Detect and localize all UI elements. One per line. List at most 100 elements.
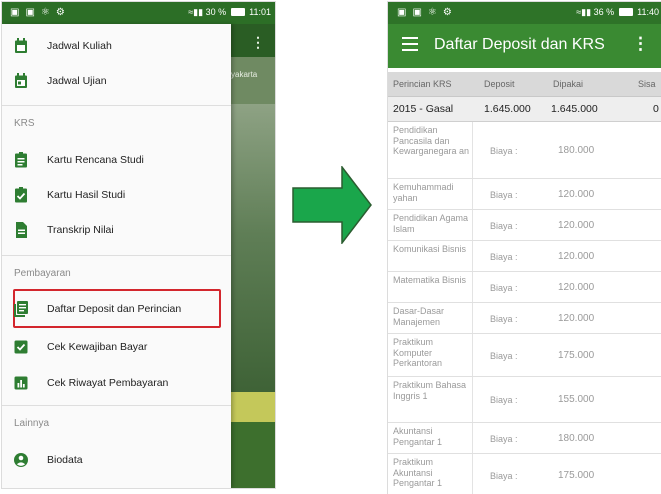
drawer-item-label: Jadwal Ujian bbox=[47, 75, 107, 87]
table-row[interactable]: Praktikum Bahasa Inggris 1 Biaya : 155.0… bbox=[388, 377, 661, 423]
drawer-item-label: Jadwal Kuliah bbox=[47, 40, 112, 52]
divider bbox=[2, 255, 231, 256]
drawer-item-label: Transkrip Nilai bbox=[47, 224, 114, 236]
calendar-event-icon bbox=[15, 73, 27, 88]
drawer-item-daftar-deposit[interactable]: Daftar Deposit dan Perincian bbox=[2, 294, 231, 324]
column-divider bbox=[472, 454, 473, 494]
calendar-icon bbox=[15, 38, 27, 53]
battery-percent: 36 % bbox=[593, 7, 615, 17]
header-dipakai: Dipakai bbox=[553, 79, 584, 89]
cost-amount: 180.000 bbox=[558, 433, 595, 444]
page-title: Daftar Deposit dan KRS bbox=[434, 36, 605, 53]
drawer-item-jadwal-kuliah[interactable]: Jadwal Kuliah bbox=[2, 31, 231, 61]
cost-amount: 175.000 bbox=[558, 470, 595, 481]
drawer-item-biodata[interactable]: Biodata bbox=[2, 445, 231, 475]
background-tab-text: yakarta bbox=[231, 70, 258, 79]
right-phone-screen: ▣▣⚛⚙ ≈▮▮ 36 % 11:40 Daftar Deposit dan K… bbox=[388, 2, 661, 494]
cost-label: Biaya : bbox=[490, 283, 518, 293]
cost-amount: 120.000 bbox=[558, 251, 595, 262]
drawer-item-kartu-rencana-studi[interactable]: Kartu Rencana Studi bbox=[2, 145, 231, 175]
section-title-pembayaran: Pembayaran bbox=[14, 268, 71, 279]
course-name: Dasar-Dasar Manajemen bbox=[393, 306, 445, 327]
background-app: ⋮ yakarta bbox=[231, 24, 275, 488]
table-row[interactable]: Matematika Bisnis Biaya : 120.000 bbox=[388, 272, 661, 303]
column-divider bbox=[472, 377, 473, 422]
course-name: Akuntansi Pengantar 1 bbox=[393, 426, 443, 447]
column-divider bbox=[472, 423, 473, 453]
status-bar: ▣▣⚛⚙ ≈▮▮ 36 % 11:40 bbox=[388, 2, 661, 24]
course-name: Praktikum Akuntansi Pengantar 1 bbox=[393, 457, 443, 488]
status-bar: ▣▣⚛⚙ ≈▮▮ 30 % 11:01 bbox=[2, 2, 275, 24]
library-books-icon bbox=[14, 301, 28, 317]
drawer-item-cek-kewajiban-bayar[interactable]: Cek Kewajiban Bayar bbox=[2, 332, 231, 362]
assignment-icon bbox=[15, 152, 27, 168]
column-divider bbox=[472, 122, 473, 178]
table-row[interactable]: Praktikum Komputer Perkantoran Biaya : 1… bbox=[388, 334, 661, 377]
semester-row[interactable]: 2015 - Gasal 1.645.000 1.645.000 0 bbox=[388, 97, 661, 122]
account-circle-icon bbox=[14, 453, 28, 467]
cost-amount: 120.000 bbox=[558, 220, 595, 231]
cost-label: Biaya : bbox=[490, 221, 518, 231]
background-footer bbox=[231, 422, 275, 488]
drawer-item-label: Kartu Hasil Studi bbox=[47, 189, 126, 201]
cost-label: Biaya : bbox=[490, 190, 518, 200]
course-name: Pendidikan Agama Islam bbox=[393, 213, 469, 234]
cost-amount: 120.000 bbox=[558, 189, 595, 200]
status-right: ≈▮▮ 36 % 11:40 bbox=[576, 7, 659, 18]
battery-icon bbox=[618, 8, 633, 16]
notification-icons: ▣▣⚛⚙ bbox=[397, 7, 458, 18]
drawer-item-cek-riwayat-pembayaran[interactable]: Cek Riwayat Pembayaran bbox=[2, 368, 231, 398]
document-icon bbox=[16, 222, 27, 238]
header-deposit: Deposit bbox=[484, 79, 515, 89]
section-title-krs: KRS bbox=[14, 118, 35, 129]
table-row[interactable]: Komunikasi Bisnis Biaya : 120.000 bbox=[388, 241, 661, 272]
more-vert-icon[interactable]: ⋮ bbox=[632, 34, 649, 54]
course-name: Matematika Bisnis bbox=[393, 275, 467, 285]
table-row[interactable]: Pendidikan Pancasila dan Kewarganegara a… bbox=[388, 122, 661, 179]
section-title-lainnya: Lainnya bbox=[14, 418, 50, 429]
cost-label: Biaya : bbox=[490, 314, 518, 324]
signal-icon: ≈▮▮ bbox=[576, 7, 592, 17]
battery-icon bbox=[230, 8, 245, 16]
assignment-check-icon bbox=[15, 187, 27, 203]
column-divider bbox=[472, 241, 473, 271]
cost-label: Biaya : bbox=[490, 395, 518, 405]
column-divider bbox=[472, 179, 473, 209]
clock: 11:01 bbox=[249, 7, 271, 17]
divider bbox=[2, 105, 231, 106]
drawer-item-transkrip-nilai[interactable]: Transkrip Nilai bbox=[2, 215, 231, 245]
drawer-item-kartu-hasil-studi[interactable]: Kartu Hasil Studi bbox=[2, 180, 231, 210]
semester-sisa: 0 bbox=[653, 103, 659, 115]
semester-deposit: 1.645.000 bbox=[484, 103, 531, 115]
course-name: Pendidikan Pancasila dan Kewarganegara a… bbox=[393, 125, 470, 156]
column-divider bbox=[472, 334, 473, 376]
table-header: Perincian KRS Deposit Dipakai Sisa bbox=[388, 72, 661, 97]
cost-amount: 120.000 bbox=[558, 313, 595, 324]
signal-icon: ≈▮▮ bbox=[188, 7, 204, 17]
cost-amount: 175.000 bbox=[558, 350, 595, 361]
drawer-item-label: Cek Riwayat Pembayaran bbox=[47, 377, 169, 389]
table-row[interactable]: Kemuhammadi yahan Biaya : 120.000 bbox=[388, 179, 661, 210]
table-row[interactable]: Praktikum Akuntansi Pengantar 1 Biaya : … bbox=[388, 454, 661, 494]
left-phone-screen: ▣▣⚛⚙ ≈▮▮ 30 % 11:01 ⋮ yakarta Jadwal Kul… bbox=[2, 2, 275, 488]
status-right: ≈▮▮ 30 % 11:01 bbox=[188, 7, 271, 18]
hamburger-icon[interactable] bbox=[402, 37, 418, 51]
cost-amount: 155.000 bbox=[558, 394, 595, 405]
header-perincian: Perincian KRS bbox=[393, 79, 452, 89]
app-bar: Daftar Deposit dan KRS ⋮ bbox=[388, 24, 661, 68]
cost-amount: 180.000 bbox=[558, 145, 595, 156]
table-row[interactable]: Dasar-Dasar Manajemen Biaya : 120.000 bbox=[388, 303, 661, 334]
semester-label: 2015 - Gasal bbox=[393, 103, 454, 115]
battery-percent: 30 % bbox=[205, 7, 227, 17]
course-name: Praktikum Komputer Perkantoran bbox=[393, 337, 443, 368]
drawer-item-jadwal-ujian[interactable]: Jadwal Ujian bbox=[2, 66, 231, 96]
table-row[interactable]: Pendidikan Agama Islam Biaya : 120.000 bbox=[388, 210, 661, 241]
table-row[interactable]: Akuntansi Pengantar 1 Biaya : 180.000 bbox=[388, 423, 661, 454]
more-vert-icon: ⋮ bbox=[251, 34, 265, 50]
navigation-drawer: Jadwal Kuliah Jadwal Ujian KRS Kartu Ren… bbox=[2, 24, 231, 488]
semester-dipakai: 1.645.000 bbox=[551, 103, 598, 115]
divider bbox=[2, 405, 231, 406]
cost-label: Biaya : bbox=[490, 471, 518, 481]
clock: 11:40 bbox=[637, 7, 659, 17]
check-box-icon bbox=[14, 340, 28, 354]
